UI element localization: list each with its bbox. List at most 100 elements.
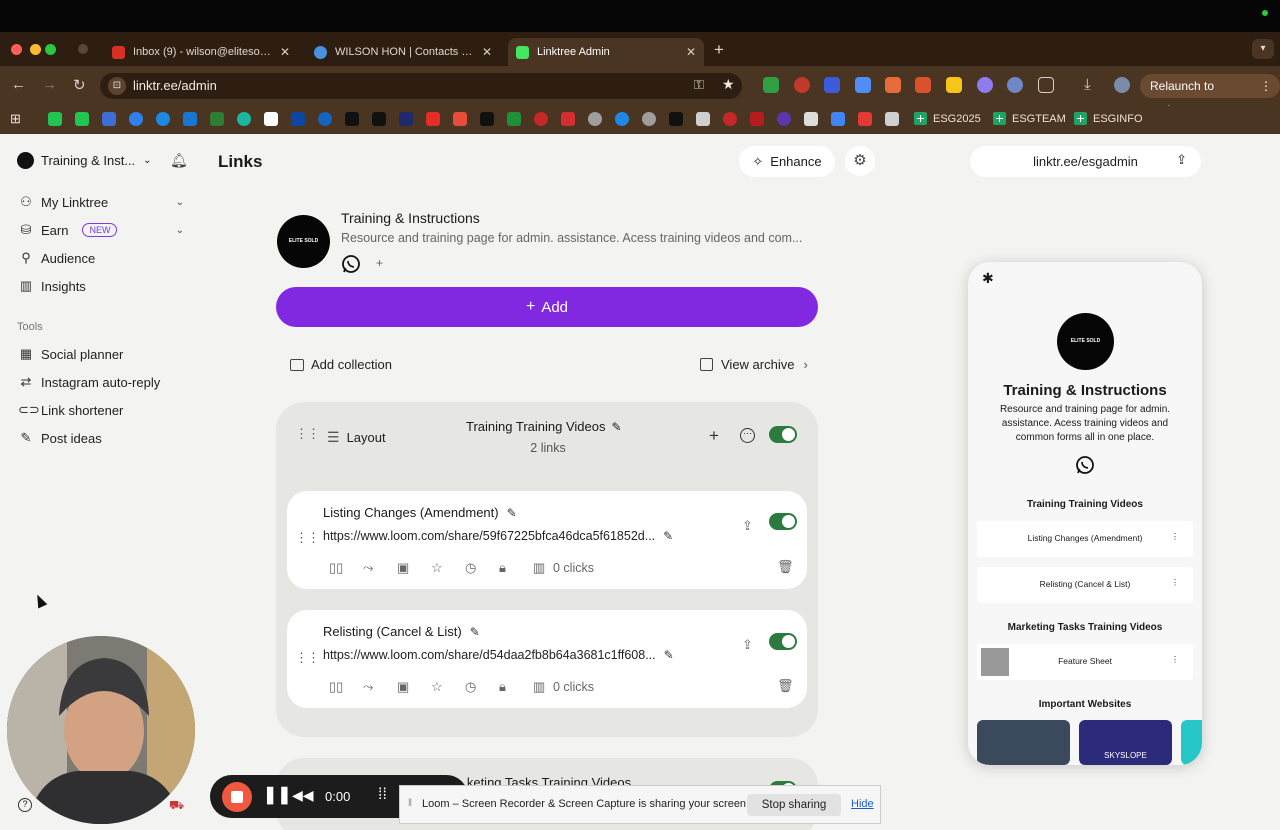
link-toggle[interactable] [769, 513, 797, 530]
image-icon[interactable]: ▣ [397, 560, 431, 576]
link-title[interactable]: Listing Changes (Amendment) ✎ [323, 505, 517, 520]
clicks-count[interactable]: 0 clicks [553, 561, 594, 575]
pencil-icon[interactable]: ✎ [611, 420, 621, 434]
extension-icon[interactable] [915, 77, 931, 93]
pencil-icon[interactable]: ✎ [663, 529, 673, 543]
link-toggle[interactable] [769, 633, 797, 650]
extension-icon[interactable] [763, 77, 779, 93]
sidebar-item-audience[interactable]: ⚲ Audience [18, 248, 188, 268]
bookmark-icon[interactable] [372, 112, 386, 126]
bookmark-icon[interactable] [291, 112, 305, 126]
lock-icon[interactable]: 🔒︎ [499, 560, 533, 576]
profile-url-pill[interactable]: linktr.ee/esgadmin ⇪ [970, 146, 1201, 177]
tab-menu-button[interactable]: ▾ [1252, 39, 1274, 59]
address-bar[interactable]: ⊡ linktr.ee/admin ⚿ ★ [100, 73, 742, 99]
pencil-icon[interactable]: ✎ [664, 648, 674, 662]
share-icon[interactable]: ⇪ [742, 518, 753, 534]
bookmark-icon[interactable] [129, 112, 143, 126]
close-icon[interactable]: ✕ [482, 45, 492, 59]
website-tile-image[interactable]: SKYSLOPE [1079, 720, 1172, 765]
link-url[interactable]: https://www.loom.com/share/d54daa2fb8b64… [323, 648, 674, 662]
tab-linktree-admin[interactable]: Linktree Admin ✕ [508, 38, 704, 66]
bookmark-icon[interactable] [750, 112, 764, 126]
bookmark-icon[interactable] [804, 112, 818, 126]
bookmark-icon[interactable] [102, 112, 116, 126]
bookmark-icon[interactable] [858, 112, 872, 126]
collection-title[interactable]: Training Training Videos ✎ [466, 419, 631, 434]
extension-icon[interactable] [1007, 77, 1023, 93]
profile-name[interactable]: Training & Instructions [341, 210, 480, 226]
settings-gear-icon[interactable]: ⚙ [845, 146, 875, 176]
collection-toggle[interactable] [769, 426, 797, 443]
layout-button[interactable]: ☰ Layout [327, 429, 386, 446]
layout-icon[interactable]: ▯▯ [329, 560, 363, 576]
analytics-icon[interactable]: ▥ [533, 560, 553, 576]
stop-sharing-button[interactable]: Stop sharing [747, 794, 841, 816]
bookmark-esgteam[interactable]: ESGTEAM [993, 112, 1066, 125]
profile-bio[interactable]: Resource and training page for admin. as… [341, 231, 816, 245]
bookmark-icon[interactable] [183, 112, 197, 126]
rewind-icon[interactable]: ◀◀ [292, 787, 314, 804]
bookmark-icon[interactable] [777, 112, 791, 126]
sidebar-item-my-linktree[interactable]: ⚇ My Linktree ⌄ [18, 192, 188, 212]
preview-link-button[interactable]: Feature Sheet ⋮ [977, 644, 1193, 680]
back-button[interactable]: ← [11, 76, 26, 93]
bookmark-esginfo[interactable]: ESGINFO [1074, 112, 1143, 125]
bookmark-icon[interactable] [399, 112, 413, 126]
trash-icon[interactable]: 🗑︎ [777, 559, 794, 575]
extension-icon[interactable] [977, 77, 993, 93]
bookmark-icon[interactable] [588, 112, 602, 126]
add-link-button[interactable]: + Add [276, 287, 818, 327]
bookmark-icon[interactable] [642, 112, 656, 126]
redirect-icon[interactable]: ⤳ [363, 679, 397, 695]
drag-handle-icon[interactable]: ⋮⋮ [295, 427, 320, 440]
apps-grid-icon[interactable]: ⊞ [10, 111, 24, 126]
layout-icon[interactable]: ▯▯ [329, 679, 363, 695]
drag-handle-icon[interactable]: ⋮⋮ [295, 651, 320, 664]
close-window-button[interactable] [11, 44, 22, 55]
more-options-icon[interactable]: ··· [740, 428, 755, 443]
website-tile-image[interactable] [977, 720, 1070, 765]
pause-icon[interactable]: ❚❚ [263, 785, 292, 805]
add-to-collection-button[interactable]: + [709, 426, 719, 446]
profile-avatar[interactable]: ELITE SOLD [277, 215, 330, 268]
add-collection-button[interactable]: Add collection [290, 357, 392, 372]
webcam-bubble[interactable] [7, 636, 195, 824]
bookmark-icon[interactable] [831, 112, 845, 126]
bookmark-icon[interactable] [453, 112, 467, 126]
website-tile-image[interactable] [1181, 720, 1202, 765]
trash-icon[interactable]: 🗑︎ [777, 678, 794, 694]
account-switcher[interactable]: Training & Inst... ⌄ [17, 152, 152, 169]
preview-link-button[interactable]: Relisting (Cancel & List) ⋮ [977, 567, 1193, 603]
profile-avatar[interactable] [1114, 77, 1130, 93]
bell-icon[interactable]: 🔔︎ [170, 152, 188, 169]
analytics-icon[interactable]: ▥ [533, 679, 553, 695]
preview-link-button[interactable]: Listing Changes (Amendment) ⋮ [977, 521, 1193, 557]
extension-icon[interactable] [885, 77, 901, 93]
share-icon[interactable]: ⇪ [742, 637, 753, 653]
sidebar-item-social-planner[interactable]: ▦ Social planner [18, 344, 188, 364]
sidebar-item-link-shortener[interactable]: ⊂⊃ Link shortener [18, 400, 188, 420]
bookmark-icon[interactable] [615, 112, 629, 126]
bookmark-icon[interactable] [480, 112, 494, 126]
hide-link[interactable]: Hide [851, 798, 874, 810]
bookmark-icon[interactable] [561, 112, 575, 126]
bookmark-icon[interactable] [75, 112, 89, 126]
bookmark-icon[interactable] [318, 112, 332, 126]
bookmark-icon[interactable] [156, 112, 170, 126]
lock-icon[interactable]: 🔒︎ [499, 679, 533, 695]
bookmark-star-icon[interactable]: ★ [722, 76, 735, 93]
add-social-button[interactable]: + [376, 256, 383, 270]
extension-icon[interactable] [794, 77, 810, 93]
bookmark-icon[interactable] [885, 112, 899, 126]
view-archive-button[interactable]: View archive › [700, 357, 808, 372]
extension-icon[interactable] [855, 77, 871, 93]
tab-gmail[interactable]: Inbox (9) - wilson@elitesold.c ✕ [104, 38, 298, 66]
bookmark-icon[interactable] [426, 112, 440, 126]
extension-icon[interactable] [824, 77, 840, 93]
link-url[interactable]: https://www.loom.com/share/59f67225bfca4… [323, 529, 673, 543]
bookmark-icon[interactable] [48, 112, 62, 126]
redirect-icon[interactable]: ⤳ [363, 560, 397, 576]
sidebar-item-instagram-auto-reply[interactable]: ⇄ Instagram auto-reply [18, 372, 188, 392]
sidebar-item-post-ideas[interactable]: ✎ Post ideas [18, 428, 188, 448]
